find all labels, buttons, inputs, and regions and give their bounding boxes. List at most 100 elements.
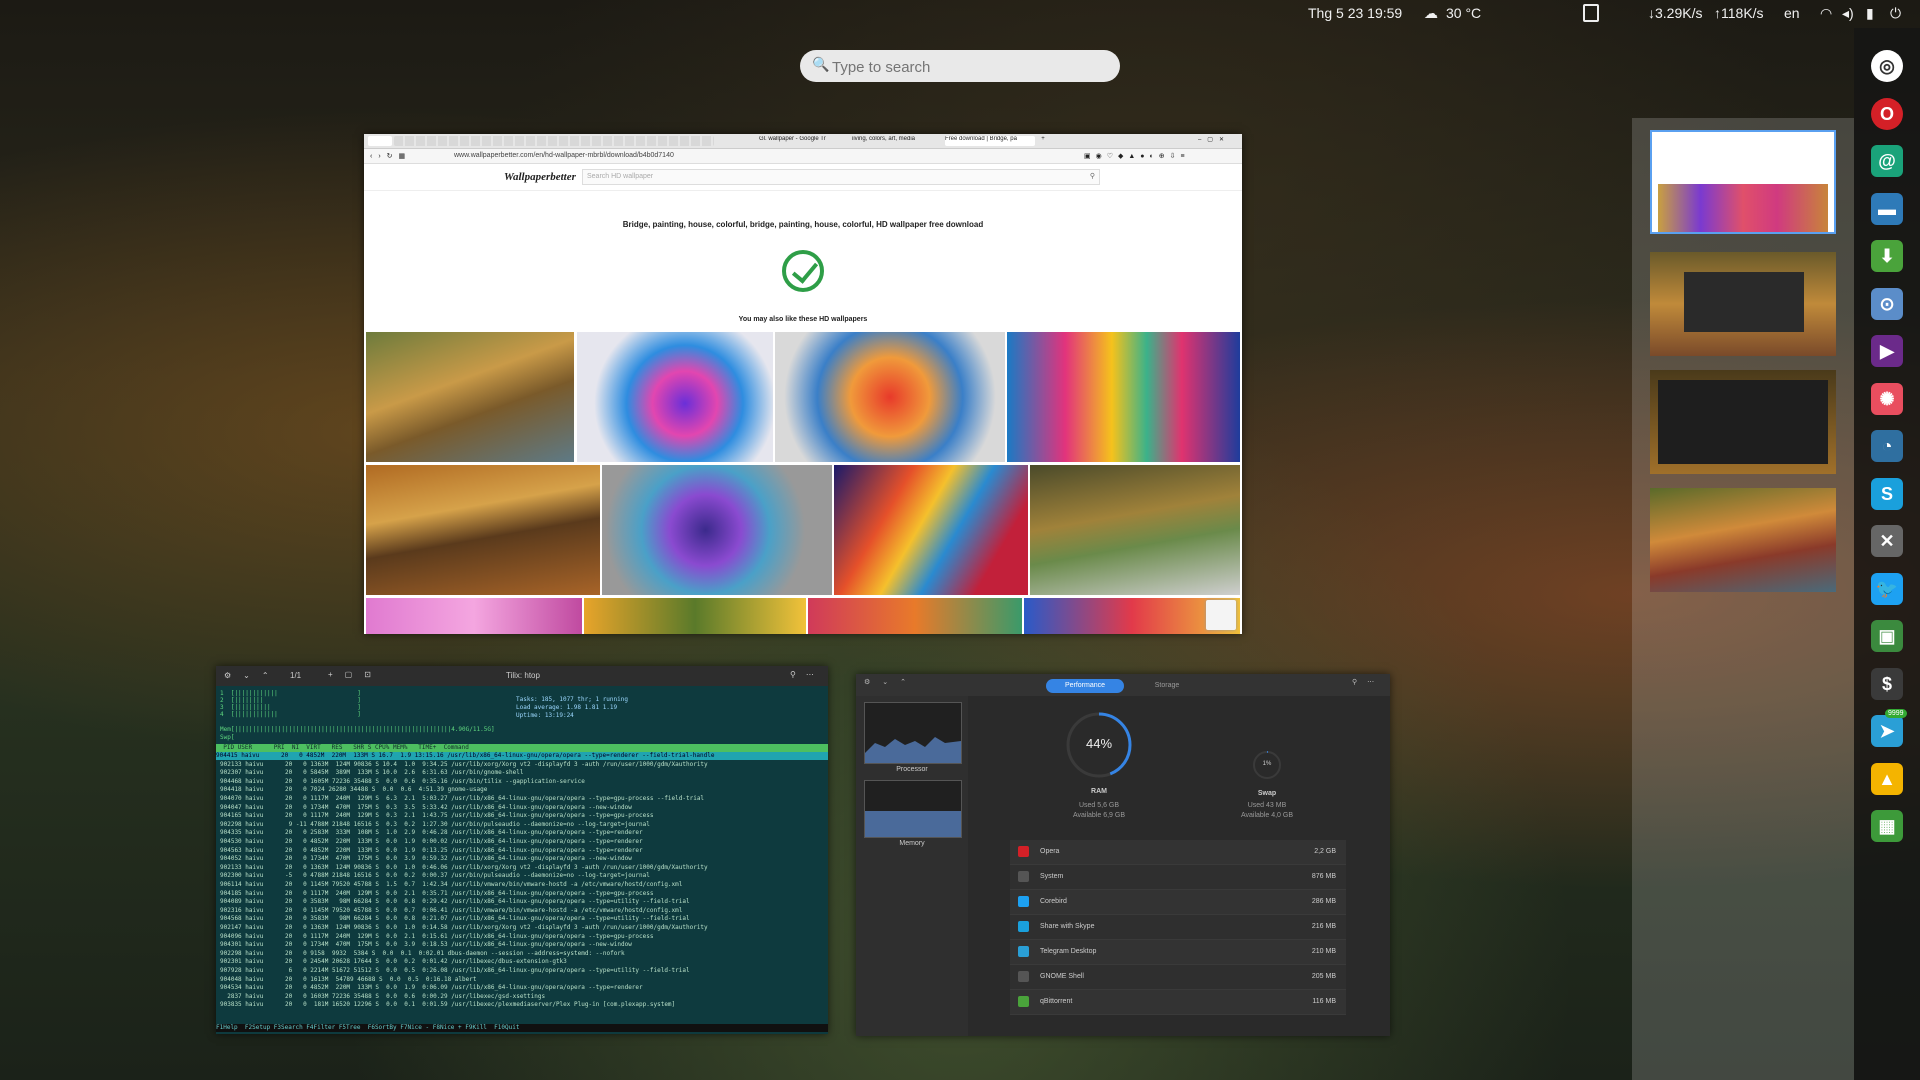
process-row[interactable]: 904335 haivu 20 0 2583M 333M 108M S 1.0 … (220, 829, 643, 836)
process-row[interactable]: 902133 haivu 20 0 1363M 124M 90836 S 10.… (220, 761, 708, 768)
tab-indicator[interactable]: 1/1 (290, 671, 301, 680)
usage-titlebar-buttons[interactable]: ⚙⌄⌃ (864, 678, 918, 686)
wallpaper-thumb[interactable] (366, 598, 582, 634)
weather-temp[interactable]: 30 °C (1446, 5, 1481, 21)
process-row[interactable]: 904563 haivu 20 0 4852M 220M 133M S 0.0 … (220, 847, 643, 854)
process-row[interactable]: 902298 haivu 9 -11 4788M 21848 16516 S 0… (220, 821, 650, 828)
language-indicator[interactable]: en (1784, 5, 1800, 21)
memory-label[interactable]: Memory (856, 840, 968, 847)
new-tab-button[interactable]: + (1038, 136, 1048, 146)
power-icon[interactable]: ⏻ (1890, 5, 1901, 22)
wallpaper-thumb[interactable] (808, 598, 1022, 634)
wallpaper-thumb[interactable] (775, 332, 1005, 462)
wallpaper-thumb[interactable] (602, 465, 832, 595)
site-logo[interactable]: Wallpaperbetter (504, 171, 576, 183)
search-bar[interactable]: 🔍 (800, 50, 1120, 82)
selected-process-row[interactable]: 904415 haivu 20 0 4852M 220M 133M S 16.7… (216, 752, 828, 760)
process-row[interactable]: 904096 haivu 20 0 1117M 240M 129M S 0.0 … (220, 933, 653, 940)
search-icon[interactable]: ⚲ (1090, 172, 1095, 180)
process-row[interactable]: 904534 haivu 20 0 4852M 220M 133M S 0.0 … (220, 984, 643, 991)
process-row[interactable]: 904047 haivu 20 0 1734M 470M 175M S 0.3 … (220, 804, 632, 811)
tab-speed-dial[interactable] (368, 136, 392, 146)
memory-graph[interactable] (864, 780, 962, 838)
tab-storage[interactable]: Storage (1128, 679, 1206, 693)
skype-icon[interactable]: S (1871, 477, 1903, 510)
workspace-4[interactable] (1650, 488, 1836, 592)
process-row[interactable]: 904052 haivu 20 0 1734M 470M 175M S 0.0 … (220, 855, 632, 862)
wallpaper-thumb[interactable] (1030, 465, 1240, 595)
chromium-icon[interactable]: ◎ (1871, 50, 1903, 82)
processor-label[interactable]: Processor (856, 766, 968, 773)
extension-icons[interactable]: ▣◉♡◆▲●◐⊕⇩≡ (1084, 152, 1190, 160)
process-row[interactable]: 907928 haivu 6 0 2214M 51672 51512 S 0.0… (220, 967, 690, 974)
app-memory-row[interactable]: GNOME Shell 205 MB (1010, 965, 1346, 990)
processor-graph[interactable] (864, 702, 962, 764)
process-table-header[interactable]: PID USER PRI NI VIRT RES SHR S CPU% MEM%… (216, 744, 828, 752)
browser-window[interactable]: Gl. wallpaper - Google Tr living, colors… (364, 134, 1242, 634)
process-row[interactable]: 902307 haivu 20 0 5845M 389M 133M S 10.0… (220, 769, 523, 776)
process-row[interactable]: 906114 haivu 20 0 1145M 79520 45788 S 1.… (220, 881, 682, 888)
process-row[interactable]: 904089 haivu 20 0 3583M 98M 66284 S 0.0 … (220, 898, 690, 905)
process-row[interactable]: 904301 haivu 20 0 1734M 470M 175M S 0.0 … (220, 941, 632, 948)
nav-buttons[interactable]: ‹›↻▦ (370, 152, 411, 160)
terminal-window[interactable]: ⚙⌄⌃ 1/1 +▢⊡ Tilix: htop ⚲⋯ 1 [||||||||||… (216, 666, 828, 1034)
process-row[interactable]: 902133 haivu 20 0 1363M 124M 90836 S 0.0… (220, 864, 708, 871)
tools-icon[interactable]: ✕ (1871, 525, 1903, 557)
window-controls[interactable]: –▢✕ (1170, 136, 1230, 146)
tab-free-download[interactable]: Free download | Bridge, pa (945, 136, 1035, 146)
workspace-3[interactable] (1650, 370, 1836, 474)
process-row[interactable]: 902301 haivu 20 0 2454M 20628 17644 S 0.… (220, 958, 567, 965)
url-field[interactable]: www.wallpaperbetter.com/en/hd-wallpaper-… (454, 152, 674, 159)
download-icon[interactable]: ⬇ (1871, 240, 1903, 272)
search-input[interactable] (830, 54, 1104, 80)
process-row[interactable]: 904048 haivu 20 0 1613M 54789 46688 S 0.… (220, 976, 476, 983)
wallpaper-thumb[interactable] (366, 332, 574, 462)
app-memory-row[interactable]: Corebird 286 MB (1010, 890, 1346, 915)
wallpaper-thumb[interactable] (584, 598, 806, 634)
function-key-bar[interactable]: F1Help F2Setup F3Search F4Filter F5Tree … (216, 1024, 828, 1032)
wallpaper-thumb[interactable] (366, 465, 600, 595)
process-row[interactable]: 903835 haivu 20 0 181M 16520 12296 S 0.0… (220, 1001, 675, 1008)
wallpaper-thumb[interactable] (834, 465, 1028, 595)
money-icon[interactable]: $ (1871, 667, 1903, 700)
process-row[interactable]: 904070 haivu 20 0 1117M 240M 129M S 6.3 … (220, 795, 704, 802)
process-row[interactable]: 904468 haivu 20 0 1605M 72236 35488 S 0.… (220, 778, 585, 785)
wallpaper-thumb[interactable] (1007, 332, 1240, 462)
gauge-icon[interactable]: ◔ (1871, 430, 1903, 462)
workspace-2[interactable] (1650, 252, 1836, 356)
volume-icon[interactable]: ◂) (1842, 5, 1854, 22)
box-icon[interactable]: ▦ (1871, 810, 1903, 842)
app-memory-row[interactable]: System 876 MB (1010, 865, 1346, 890)
terminal-toolbar-buttons[interactable]: ⚙⌄⌃ (224, 671, 281, 680)
wallpaper-thumb[interactable] (577, 332, 773, 462)
tab-google-translate[interactable]: Gl. wallpaper - Google Tr (759, 136, 849, 146)
tab-living-colors[interactable]: living, colors, art, media (852, 136, 942, 146)
terminal-menu-icons[interactable]: ⚲⋯ (790, 670, 824, 679)
process-row[interactable]: 2837 haivu 20 0 1603M 72236 35488 S 0.0 … (220, 993, 545, 1000)
process-row[interactable]: 902147 haivu 20 0 1363M 124M 90836 S 0.0… (220, 924, 708, 931)
app-memory-row[interactable]: Share with Skype 216 MB (1010, 915, 1346, 940)
process-row[interactable]: 902298 haivu 20 0 9158 9932 5384 S 0.0 0… (220, 950, 625, 957)
site-search-input[interactable]: Search HD wallpaper ⚲ (582, 169, 1100, 185)
app-memory-row[interactable]: qBittorrent 116 MB (1010, 990, 1346, 1015)
telegram-icon[interactable]: ➤ (1871, 715, 1903, 747)
video-icon[interactable]: ▣ (1871, 620, 1903, 652)
usage-window[interactable]: ⚙⌄⌃ Performance Storage ⚲⋯ Processor Mem… (856, 674, 1390, 1036)
drive-icon[interactable]: ▲ (1871, 762, 1903, 795)
workspace-1[interactable] (1650, 130, 1836, 234)
battery-icon[interactable]: ▮ (1866, 5, 1874, 22)
process-row[interactable]: 902300 haivu -5 0 4788M 21848 16516 S 0.… (220, 872, 650, 879)
wifi-icon[interactable]: ◠ (1820, 5, 1832, 22)
process-row[interactable]: 904530 haivu 20 0 4852M 220M 133M S 0.0 … (220, 838, 643, 845)
process-row[interactable]: 904165 haivu 20 0 1117M 240M 129M S 0.3 … (220, 812, 653, 819)
process-row[interactable]: 904568 haivu 20 0 3583M 98M 66284 S 0.0 … (220, 915, 690, 922)
usage-menu-icons[interactable]: ⚲⋯ (1352, 678, 1384, 686)
app-memory-row[interactable]: Opera 2,2 GB (1010, 840, 1346, 865)
process-row[interactable]: 904185 haivu 20 0 1117M 240M 129M S 0.0 … (220, 890, 653, 897)
files-icon[interactable]: ▬ (1871, 192, 1903, 225)
add-terminal-button[interactable]: +▢⊡ (328, 670, 383, 679)
clock[interactable]: Thg 5 23 19:59 (1308, 5, 1402, 21)
app-memory-row[interactable]: Telegram Desktop 210 MB (1010, 940, 1346, 965)
mail-icon[interactable]: @ (1871, 145, 1903, 177)
toggle-icon[interactable]: ⊙ (1871, 287, 1903, 320)
